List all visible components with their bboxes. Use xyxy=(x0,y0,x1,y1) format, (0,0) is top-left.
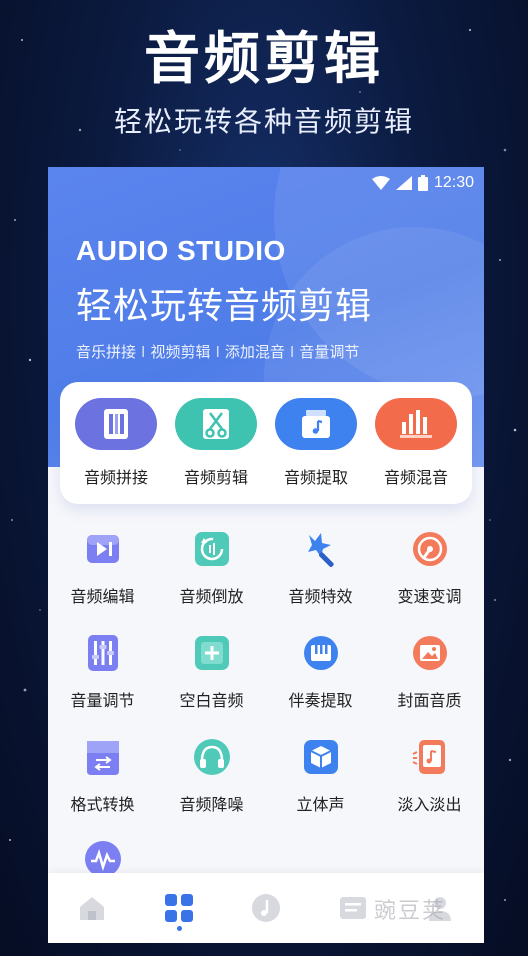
play-edit-icon xyxy=(81,527,125,571)
feature-accompaniment[interactable]: 伴奏提取 xyxy=(266,631,375,735)
feature-grid-row: 格式转换 音频降噪 立体声 淡入淡出 xyxy=(48,735,484,839)
feature-volume[interactable]: 音量调节 xyxy=(48,631,157,735)
piano-icon xyxy=(299,631,343,675)
feature-audio-extract[interactable]: 音频提取 xyxy=(268,398,364,504)
status-bar: 12:30 xyxy=(371,173,474,193)
feature-label: 变速变调 xyxy=(397,587,462,606)
hero-title: 轻松玩转音频剪辑 xyxy=(76,286,373,327)
home-icon xyxy=(79,897,104,920)
nav-home[interactable] xyxy=(67,883,117,933)
feature-label: 音频倒放 xyxy=(179,587,244,606)
feature-label: 空白音频 xyxy=(179,691,244,710)
speed-icon xyxy=(408,527,452,571)
scissors-icon xyxy=(175,398,257,450)
feature-label: 淡入淡出 xyxy=(397,795,462,814)
music-note-icon xyxy=(251,894,280,922)
nav-music[interactable] xyxy=(241,883,291,933)
fade-icon xyxy=(408,735,452,779)
feature-label: 音频剪辑 xyxy=(183,468,248,487)
status-time: 12:30 xyxy=(433,174,474,191)
top-feature-card: 音频拼接 音频剪辑 音频提取 音频混音 xyxy=(60,382,472,504)
tag-separator: I xyxy=(141,343,146,361)
add-blank-icon xyxy=(190,631,234,675)
battery-icon xyxy=(417,175,428,191)
feature-label: 音频编辑 xyxy=(70,587,135,606)
feature-fade[interactable]: 淡入淡出 xyxy=(375,735,484,839)
format-convert-icon xyxy=(81,735,125,779)
nav-list[interactable] xyxy=(328,883,378,933)
audio-splice-icon xyxy=(75,398,157,450)
hero-tag: 音量调节 xyxy=(299,343,360,361)
volume-sliders-icon xyxy=(81,631,125,675)
feature-label: 音频特效 xyxy=(288,587,353,606)
feature-audio-reverse[interactable]: 音频倒放 xyxy=(157,527,266,631)
feature-label: 封面音质 xyxy=(397,691,462,710)
active-indicator xyxy=(176,926,182,931)
tag-separator: I xyxy=(215,343,220,361)
feature-noise-reduction[interactable]: 音频降噪 xyxy=(157,735,266,839)
hero-brand: AUDIO STUDIO xyxy=(76,235,286,266)
tag-separator: I xyxy=(289,343,295,361)
feature-audio-effects[interactable]: 音频特效 xyxy=(266,527,375,631)
headphones-icon xyxy=(190,735,234,779)
stereo-cube-icon xyxy=(299,735,343,779)
magic-wand-icon xyxy=(299,527,343,571)
feature-cover-quality[interactable]: 封面音质 xyxy=(375,631,484,735)
wifi-icon xyxy=(371,176,390,190)
feature-label: 伴奏提取 xyxy=(288,691,353,710)
hero-tags: 音乐拼接 I 视频剪辑 I 添加混音 I 音量调节 xyxy=(76,341,359,362)
feature-grid: 音频编辑 音频倒放 音频特效 变速变调 音量调节 空白音频 伴奏提取 封面音质 … xyxy=(48,527,484,879)
cover-image-icon xyxy=(408,631,452,675)
grid-icon xyxy=(164,894,193,922)
feature-label: 音频降噪 xyxy=(179,795,244,814)
feature-label: 格式转换 xyxy=(70,795,135,814)
nav-tools[interactable] xyxy=(154,883,204,933)
feature-audio-mix[interactable]: 音频混音 xyxy=(368,398,464,504)
watermark: 豌豆荚 xyxy=(373,899,446,924)
feature-audio-splice[interactable]: 音频拼接 xyxy=(68,398,164,504)
promo-subtitle: 轻松玩转各种音频剪辑 xyxy=(113,105,414,138)
feature-audio-cut[interactable]: 音频剪辑 xyxy=(168,398,264,504)
phone-screen: 12:30 AUDIO STUDIO 轻松玩转音频剪辑 音乐拼接 I 视频剪辑 I 添加… xyxy=(48,167,484,943)
feature-audio-edit[interactable]: 音频编辑 xyxy=(48,527,157,631)
feature-blank-audio[interactable]: 空白音频 xyxy=(157,631,266,735)
feature-format-convert[interactable]: 格式转换 xyxy=(48,735,157,839)
feature-grid-row: 音频编辑 音频倒放 音频特效 变速变调 xyxy=(48,527,484,631)
feature-stereo[interactable]: 立体声 xyxy=(266,735,375,839)
reverse-icon xyxy=(190,527,234,571)
feature-speed-pitch[interactable]: 变速变调 xyxy=(375,527,484,631)
hero-tag: 添加混音 xyxy=(224,343,285,361)
promo-title: 音频剪辑 xyxy=(144,27,384,92)
feature-label: 音频混音 xyxy=(383,468,448,487)
feature-label: 音频拼接 xyxy=(83,468,148,487)
extract-music-icon xyxy=(275,398,357,450)
hero-tag: 音乐拼接 xyxy=(76,343,137,361)
list-icon xyxy=(340,897,367,919)
signal-icon xyxy=(395,176,412,190)
hero-tag: 视频剪辑 xyxy=(150,343,211,361)
feature-label: 立体声 xyxy=(296,795,345,814)
feature-grid-row: 音量调节 空白音频 伴奏提取 封面音质 xyxy=(48,631,484,735)
feature-label: 音频提取 xyxy=(283,468,348,487)
feature-label: 音量调节 xyxy=(70,691,135,710)
mixer-icon xyxy=(375,398,457,450)
